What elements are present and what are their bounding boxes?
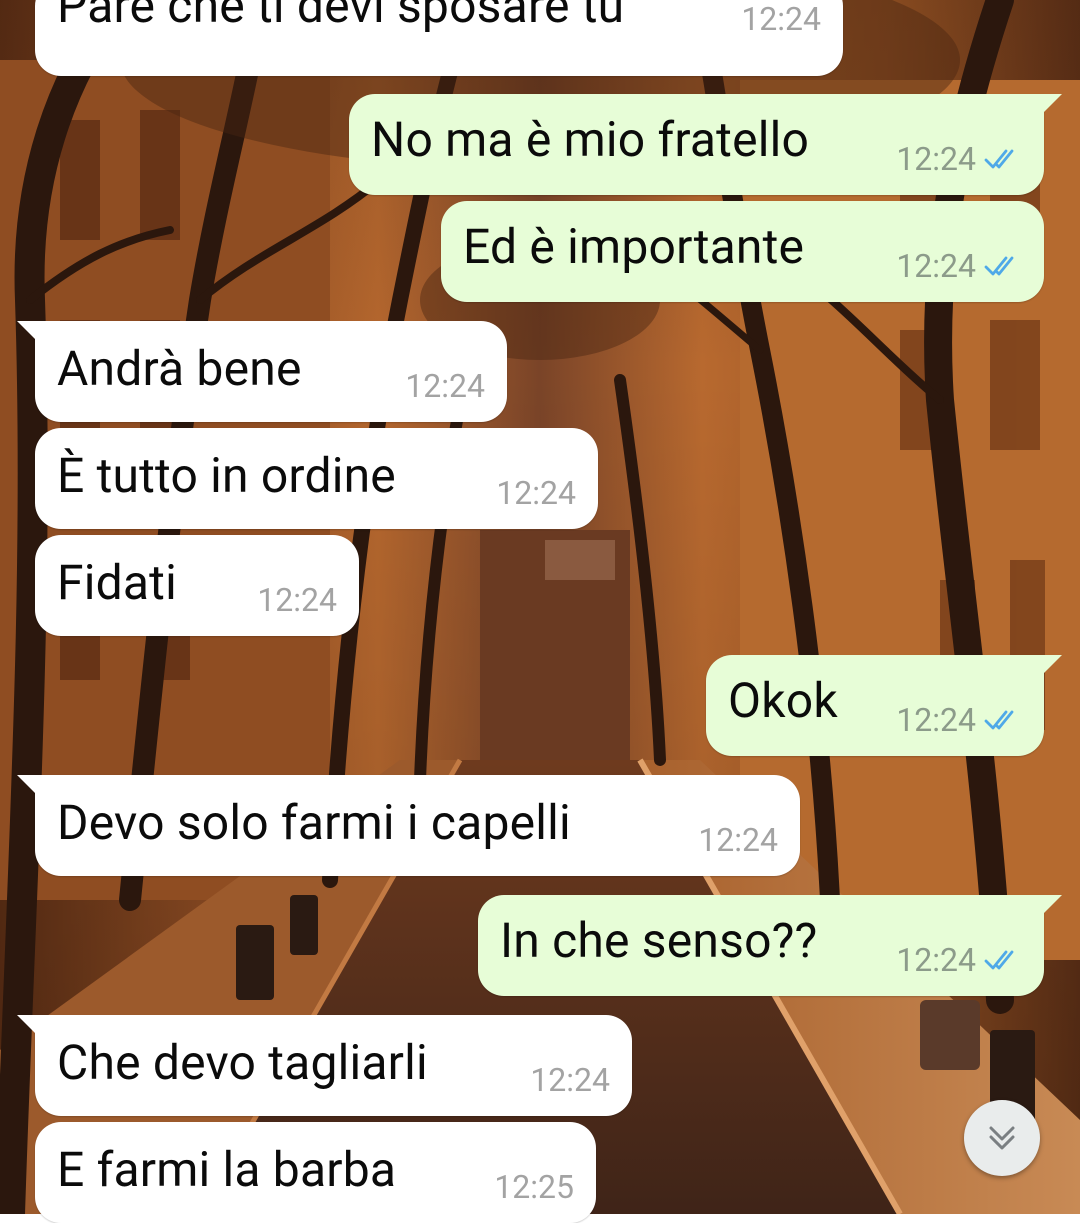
- message-text: No ma è mio fratello: [371, 111, 810, 168]
- incoming-message[interactable]: Che devo tagliarli 12:24: [17, 1015, 632, 1116]
- message-time: 12:24: [741, 0, 821, 38]
- incoming-message[interactable]: Pare che ti devi sposare tu 12:24: [35, 0, 843, 76]
- message-meta: 12:24: [896, 703, 1022, 737]
- message-meta: 12:24: [257, 583, 337, 617]
- outgoing-message[interactable]: Ed è importante 12:24: [441, 201, 1044, 302]
- incoming-message[interactable]: E farmi la barba 12:25: [35, 1122, 596, 1223]
- bubble-tail: [17, 775, 39, 797]
- message-time: 12:24: [896, 247, 976, 285]
- message-text: E farmi la barba: [57, 1141, 397, 1198]
- message-text: Andrà bene: [57, 340, 302, 397]
- message-time: 12:24: [896, 701, 976, 739]
- message-time: 12:25: [494, 1168, 574, 1206]
- bubble-tail: [17, 321, 39, 343]
- message-meta: 12:24: [896, 142, 1022, 176]
- message-text: In che senso??: [500, 912, 818, 969]
- incoming-message[interactable]: È tutto in ordine 12:24: [35, 428, 598, 529]
- message-text: Ed è importante: [463, 218, 805, 275]
- bubble-tail: [17, 1015, 39, 1037]
- message-text: Fidati: [57, 554, 177, 611]
- read-receipt-icon: [984, 149, 1014, 169]
- incoming-message[interactable]: Devo solo farmi i capelli 12:24: [17, 775, 800, 876]
- message-text: È tutto in ordine: [57, 447, 396, 504]
- message-time: 12:24: [896, 941, 976, 979]
- message-time: 12:24: [257, 581, 337, 619]
- message-meta: 12:24: [741, 2, 821, 36]
- incoming-message[interactable]: Andrà bene 12:24: [17, 321, 507, 422]
- read-receipt-icon: [984, 950, 1014, 970]
- read-receipt-icon: [984, 256, 1014, 276]
- incoming-message[interactable]: Fidati 12:24: [35, 535, 359, 636]
- message-meta: 12:24: [896, 249, 1022, 283]
- outgoing-message[interactable]: No ma è mio fratello 12:24: [349, 94, 1062, 195]
- message-time: 12:24: [896, 140, 976, 178]
- read-receipt-icon: [984, 710, 1014, 730]
- message-meta: 12:24: [530, 1063, 610, 1097]
- message-meta: 12:25: [494, 1170, 574, 1204]
- message-time: 12:24: [530, 1061, 610, 1099]
- scroll-to-bottom-button[interactable]: [964, 1100, 1040, 1176]
- message-meta: 12:24: [405, 369, 485, 403]
- message-time: 12:24: [698, 821, 778, 859]
- bubble-tail: [1040, 655, 1062, 677]
- bubble-tail: [1040, 895, 1062, 917]
- bubble-tail: [1040, 94, 1062, 116]
- message-time: 12:24: [496, 474, 576, 512]
- message-text: Che devo tagliarli: [57, 1034, 428, 1091]
- double-chevron-down-icon: [989, 1126, 1015, 1150]
- message-meta: 12:24: [496, 476, 576, 510]
- message-text: Devo solo farmi i capelli: [57, 794, 571, 851]
- message-meta: 12:24: [896, 943, 1022, 977]
- outgoing-message[interactable]: In che senso?? 12:24: [478, 895, 1062, 996]
- message-text: Pare che ti devi sposare tu: [57, 0, 625, 34]
- message-text: Okok: [728, 672, 838, 729]
- message-meta: 12:24: [698, 823, 778, 857]
- message-time: 12:24: [405, 367, 485, 405]
- outgoing-message[interactable]: Okok 12:24: [706, 655, 1062, 756]
